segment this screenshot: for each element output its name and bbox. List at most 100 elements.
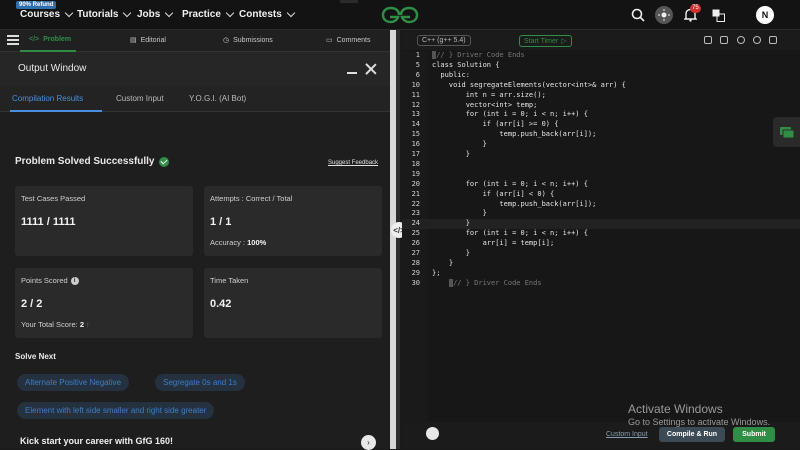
avatar[interactable]: N — [756, 6, 774, 24]
code-comment: // } Driver Code Ends — [453, 278, 542, 287]
tab-custom-input[interactable]: Custom Input — [116, 94, 164, 103]
solve-next-chip[interactable]: Segregate 0s and 1s — [155, 374, 245, 391]
code-line[interactable]: 12 vector<int> temp; — [402, 101, 800, 111]
code-line[interactable]: 25 for (int i = 0; i < n; i++) { — [402, 229, 800, 239]
settings-icon[interactable] — [737, 36, 745, 44]
bulb-icon[interactable] — [426, 427, 439, 440]
card-label: Attempts : Correct / Total — [210, 194, 293, 203]
tab-comments[interactable]: ▭ Comments — [326, 36, 370, 45]
solve-next-title: Solve Next — [15, 352, 56, 361]
line-number: 27 — [411, 249, 420, 257]
solve-next-chip[interactable]: Alternate Positive Negative — [17, 374, 130, 391]
nav-contests[interactable]: Contests — [239, 8, 296, 20]
promo-text: Kick start your career with GfG 160! — [20, 436, 174, 446]
close-icon[interactable] — [365, 63, 377, 75]
start-timer-button[interactable]: Start Timer ▷ — [519, 35, 572, 47]
suggest-feedback-link[interactable]: Suggest Feedback — [328, 160, 378, 166]
code-text: temp.push_back(arr[i]); — [432, 130, 597, 139]
line-number: 20 — [411, 179, 420, 188]
card-value: 1 / 1 — [210, 216, 232, 228]
code-line[interactable]: 5 class Solution { — [402, 61, 800, 71]
code-icon: </> — [29, 36, 40, 43]
reset-icon[interactable] — [753, 36, 761, 44]
chat-icon — [780, 127, 795, 139]
fullscreen-icon[interactable] — [769, 36, 777, 44]
code-text: temp.push_back(arr[i]); — [432, 199, 597, 208]
book-icon: ▤ — [130, 37, 137, 44]
line-number: 18 — [411, 159, 420, 168]
nav-courses[interactable]: Courses — [20, 8, 74, 20]
active-subtab-indicator — [10, 110, 102, 112]
line-number: 26 — [411, 239, 420, 248]
tab-yogi-bot[interactable]: Y.O.G.I. (AI Bot) — [189, 94, 246, 103]
result-status: Problem Solved Successfully — [15, 156, 169, 167]
line-number: 24 — [411, 219, 420, 228]
code-line[interactable]: 1 …// } Driver Code Ends — [402, 51, 800, 61]
custom-input-link[interactable]: Custom Input — [606, 431, 648, 438]
compile-run-button[interactable]: Compile & Run — [659, 427, 725, 442]
theme-toggle-icon[interactable] — [655, 6, 673, 24]
tab-problem[interactable]: </> Problem — [29, 36, 71, 43]
problem-tabs: </> Problem ▤ Editorial ◷ Submissions ▭ Comm… — [0, 30, 390, 52]
code-text: vector<int> temp; — [432, 100, 538, 109]
tab-submissions[interactable]: ◷ Submissions — [223, 36, 273, 45]
code-line[interactable]: 10 void segregateElements(vector<int>& a… — [402, 81, 800, 91]
code-text: } — [432, 209, 487, 218]
chat-fab[interactable] — [773, 117, 800, 147]
code-line[interactable]: 15 temp.push_back(arr[i]); — [402, 130, 800, 140]
code-line[interactable]: 13 for (int i = 0; i < n; i++) { — [402, 110, 800, 120]
code-line[interactable]: 19 — [402, 170, 800, 180]
code-line[interactable]: 22 temp.push_back(arr[i]); — [402, 200, 800, 210]
code-line[interactable]: 29}; — [402, 269, 800, 279]
accuracy: Accuracy : 100% — [210, 238, 267, 247]
code-text: } — [432, 249, 470, 257]
code-line[interactable]: 18 — [402, 160, 800, 170]
code-line[interactable]: 26 arr[i] = temp[i]; — [402, 239, 800, 249]
line-number: 25 — [411, 229, 420, 238]
search-icon[interactable] — [629, 6, 647, 24]
nav-jobs[interactable]: Jobs — [137, 8, 174, 20]
code-line[interactable]: 23 } — [402, 209, 800, 219]
code-text: for (int i = 0; i < n; i++) { — [432, 179, 588, 188]
tab-editorial[interactable]: ▤ Editorial — [130, 36, 166, 45]
code-text: for (int i = 0; i < n; i++) { — [432, 229, 588, 238]
line-number: 29 — [411, 268, 420, 277]
code-text: } — [432, 258, 454, 267]
layout-icon[interactable] — [720, 36, 728, 44]
arrow-up-icon: ↑ — [85, 320, 90, 329]
output-window-header: Output Window — [0, 52, 390, 86]
language-select[interactable]: C++ (g++ 5.4) — [417, 35, 471, 46]
gfg-logo[interactable] — [380, 6, 420, 24]
code-line[interactable]: 16 } — [402, 140, 800, 150]
solve-next-chip[interactable]: Element with left side smaller and right… — [17, 402, 215, 419]
copy-icon[interactable] — [704, 36, 712, 44]
code-line[interactable]: 11 int n = arr.size(); — [402, 91, 800, 101]
code-editor: C++ (g++ 5.4) Start Timer ▷ 1 …// } Driver… — [402, 30, 800, 449]
line-number: 19 — [411, 169, 420, 178]
nav-tutorials[interactable]: Tutorials — [77, 8, 132, 20]
code-line[interactable]: 30 …// } Driver Code Ends — [402, 278, 800, 289]
code-line[interactable]: 17 } — [402, 150, 800, 160]
code-line[interactable]: 24 } — [402, 219, 800, 230]
code-text: if (arr[i] < 0) { — [432, 189, 555, 198]
card-label: Test Cases Passed — [21, 194, 86, 203]
submit-button[interactable]: Submit — [733, 427, 775, 442]
pane-divider[interactable] — [396, 30, 400, 449]
translate-icon[interactable] — [709, 6, 727, 24]
code-line[interactable]: 21 if (arr[i] < 0) { — [402, 190, 800, 200]
refund-badge[interactable]: 90% Refund — [16, 1, 57, 9]
chevron-right-icon[interactable]: › — [361, 435, 376, 450]
card-value: 1111 / 1111 — [21, 216, 76, 228]
tab-compilation-results[interactable]: Compilation Results — [12, 94, 83, 103]
code-line[interactable]: 27 } — [402, 249, 800, 259]
code-text: class Solution { — [432, 60, 500, 69]
menu-icon[interactable] — [7, 35, 19, 45]
code-line[interactable]: 28 } — [402, 259, 800, 269]
code-line[interactable]: 20 for (int i = 0; i < n; i++) { — [402, 180, 800, 190]
minimize-icon[interactable] — [347, 72, 357, 74]
info-icon[interactable]: i — [70, 276, 79, 285]
code-line[interactable]: 6 public: — [402, 71, 800, 81]
code-line[interactable]: 14 if (arr[i] >= 0) { — [402, 120, 800, 130]
line-number: 11 — [411, 90, 420, 99]
nav-practice[interactable]: Practice — [182, 8, 235, 20]
